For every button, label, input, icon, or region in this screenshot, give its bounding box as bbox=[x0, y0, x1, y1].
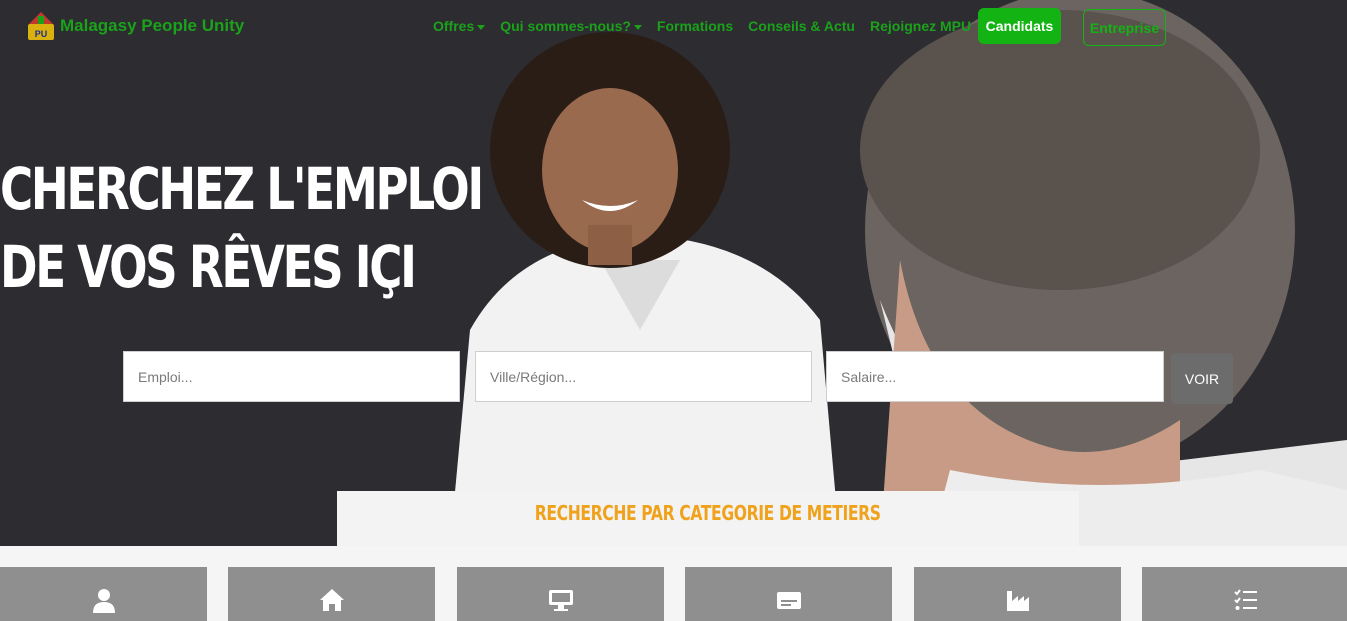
category-card-desktop[interactable] bbox=[457, 567, 664, 621]
category-title: RECHERCHE PAR CATEGORIE DE METIERS bbox=[535, 501, 881, 525]
category-card-id-card[interactable] bbox=[685, 567, 892, 621]
industry-icon bbox=[1006, 591, 1029, 611]
hero-headline: CHERCHEZ L'EMPLOI DE VOS RÊVES IÇI bbox=[0, 150, 484, 306]
brand[interactable]: PU Malagasy People Unity bbox=[26, 10, 244, 42]
svg-text:PU: PU bbox=[35, 29, 48, 39]
nav-item-conseils-actu[interactable]: Conseils & Actu bbox=[748, 18, 855, 34]
user-icon bbox=[92, 589, 115, 613]
entreprise-button[interactable]: Entreprise bbox=[1083, 9, 1166, 46]
checklist-icon bbox=[1233, 589, 1257, 610]
desktop-icon bbox=[548, 590, 573, 611]
mpu-logo-icon: PU bbox=[28, 12, 54, 40]
home-icon bbox=[319, 589, 344, 611]
id-card-icon bbox=[776, 592, 801, 609]
brand-name: Malagasy People Unity bbox=[60, 16, 245, 35]
salaire-input[interactable]: Salaire... bbox=[826, 351, 1164, 402]
emploi-input[interactable]: Emploi... bbox=[123, 351, 460, 402]
caret-down-icon bbox=[477, 24, 486, 30]
category-card-user[interactable] bbox=[0, 567, 207, 621]
nav-item-formations[interactable]: Formations bbox=[657, 18, 733, 34]
hero-headline-line1: CHERCHEZ L'EMPLOI bbox=[0, 155, 484, 223]
hero-section: PU Malagasy People Unity Offres Qui somm… bbox=[0, 0, 1347, 546]
nav-item-qui-sommes-nous[interactable]: Qui sommes-nous? bbox=[500, 18, 642, 34]
voir-button[interactable]: VOIR bbox=[1171, 353, 1233, 404]
nav-links: Offres Qui sommes-nous? Formations Conse… bbox=[433, 18, 971, 34]
hero-headline-line2: DE VOS RÊVES IÇI bbox=[0, 233, 417, 301]
nav-item-label: Offres bbox=[433, 18, 475, 34]
caret-down-icon bbox=[633, 24, 642, 30]
candidats-button[interactable]: Candidats bbox=[978, 8, 1061, 44]
category-card-home[interactable] bbox=[228, 567, 435, 621]
category-card-industry[interactable] bbox=[914, 567, 1121, 621]
nav-item-rejoignez-mpu[interactable]: Rejoignez MPU bbox=[870, 18, 971, 34]
nav-item-label: Qui sommes-nous? bbox=[500, 18, 631, 34]
category-heading-tab: RECHERCHE PAR CATEGORIE DE METIERS bbox=[337, 491, 1079, 546]
top-navbar: PU Malagasy People Unity Offres Qui somm… bbox=[0, 0, 1347, 52]
ville-region-input[interactable]: Ville/Région... bbox=[475, 351, 812, 402]
nav-item-offres[interactable]: Offres bbox=[433, 18, 486, 34]
category-card-checklist[interactable] bbox=[1142, 567, 1347, 621]
